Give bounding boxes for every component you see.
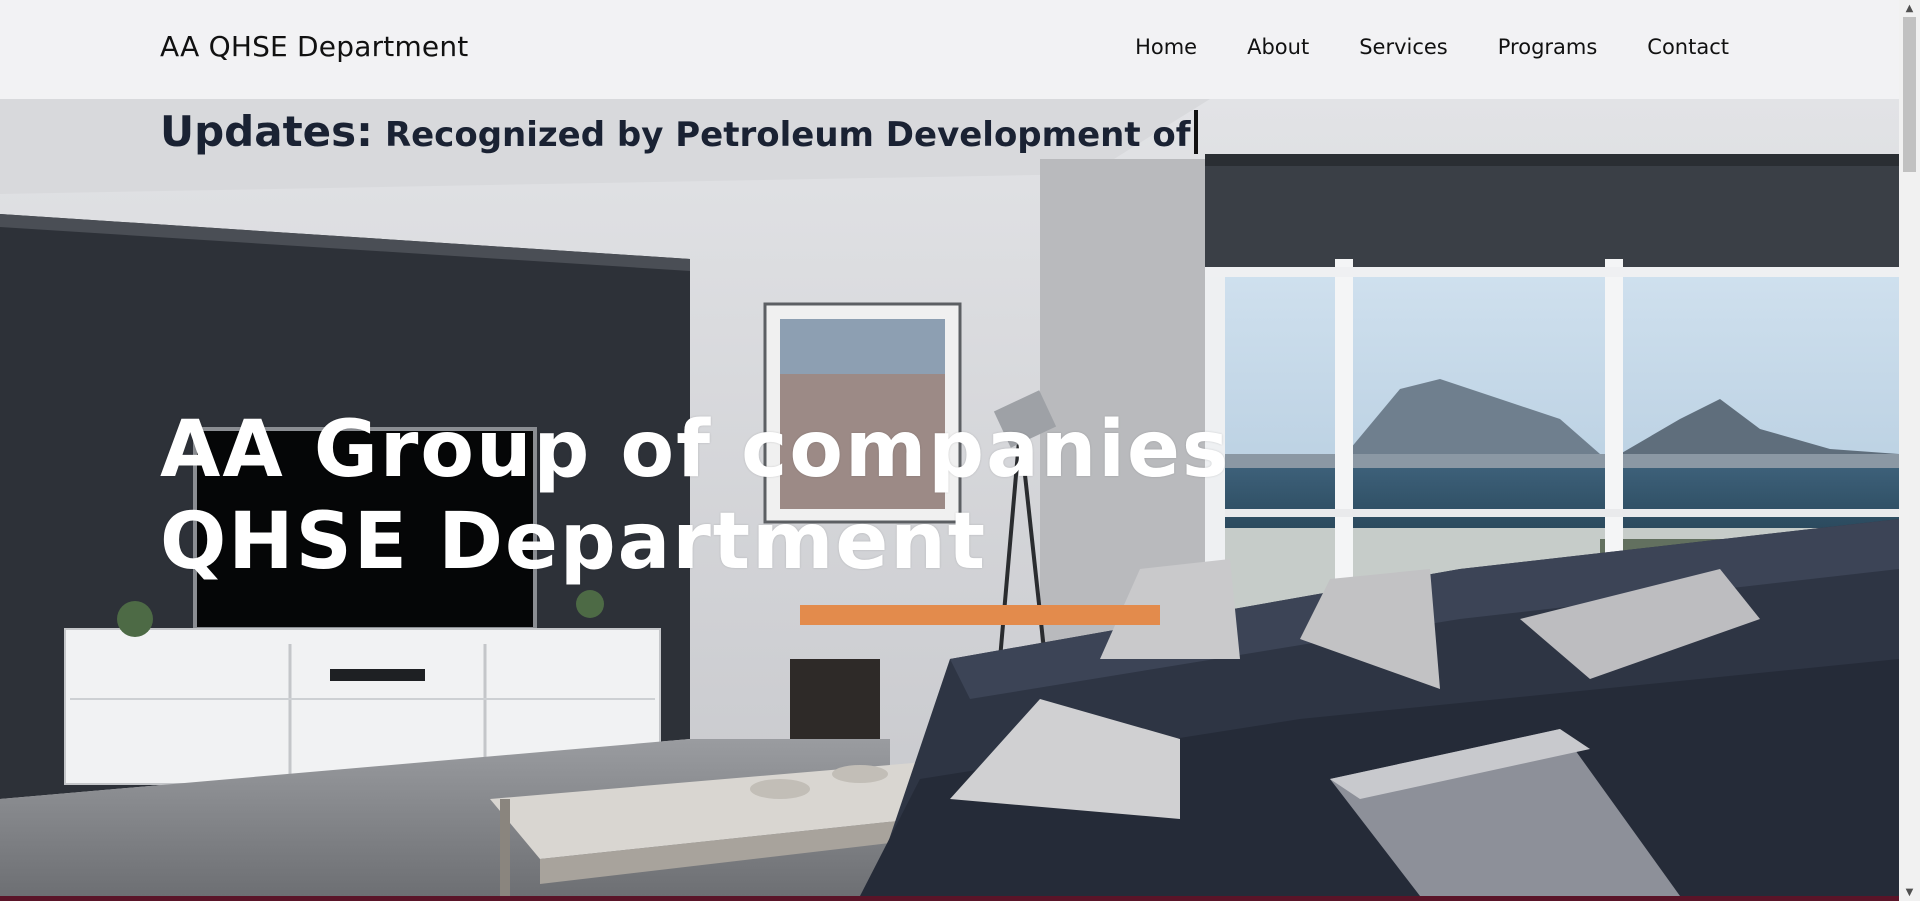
nav-about-link[interactable]: About bbox=[1247, 35, 1309, 59]
nav-contact-link[interactable]: Contact bbox=[1647, 35, 1729, 59]
accent-bar bbox=[800, 605, 1160, 625]
triangle-up-icon[interactable]: ▲ bbox=[1899, 0, 1920, 17]
footer-strip bbox=[0, 896, 1899, 901]
nav-home-link[interactable]: Home bbox=[1135, 35, 1197, 59]
hero-headline: AA Group of companies QHSE Department bbox=[160, 404, 1230, 588]
updates-text: Recognized by Petroleum Development of bbox=[384, 115, 1191, 155]
scrollbar-thumb[interactable] bbox=[1903, 17, 1916, 172]
main-nav: Home About Services Programs Contact bbox=[1135, 35, 1729, 59]
nav-services-link[interactable]: Services bbox=[1359, 35, 1448, 59]
hero-headline-line1: AA Group of companies bbox=[160, 405, 1231, 495]
navbar: AA QHSE Department Home About Services P… bbox=[0, 0, 1899, 99]
hero-headline-line2: QHSE Department bbox=[160, 497, 988, 587]
brand-title[interactable]: AA QHSE Department bbox=[160, 30, 468, 63]
hero-section: Updates: Recognized by Petroleum Develop… bbox=[0, 99, 1899, 896]
triangle-down-icon[interactable]: ▼ bbox=[1899, 884, 1920, 901]
updates-ticker: Updates: Recognized by Petroleum Develop… bbox=[160, 102, 1198, 156]
vertical-scrollbar[interactable]: ▲ ▼ bbox=[1899, 0, 1920, 901]
page: AA QHSE Department Home About Services P… bbox=[0, 0, 1920, 901]
updates-label: Updates: bbox=[160, 107, 373, 156]
typing-cursor bbox=[1193, 110, 1198, 154]
nav-programs-link[interactable]: Programs bbox=[1498, 35, 1598, 59]
